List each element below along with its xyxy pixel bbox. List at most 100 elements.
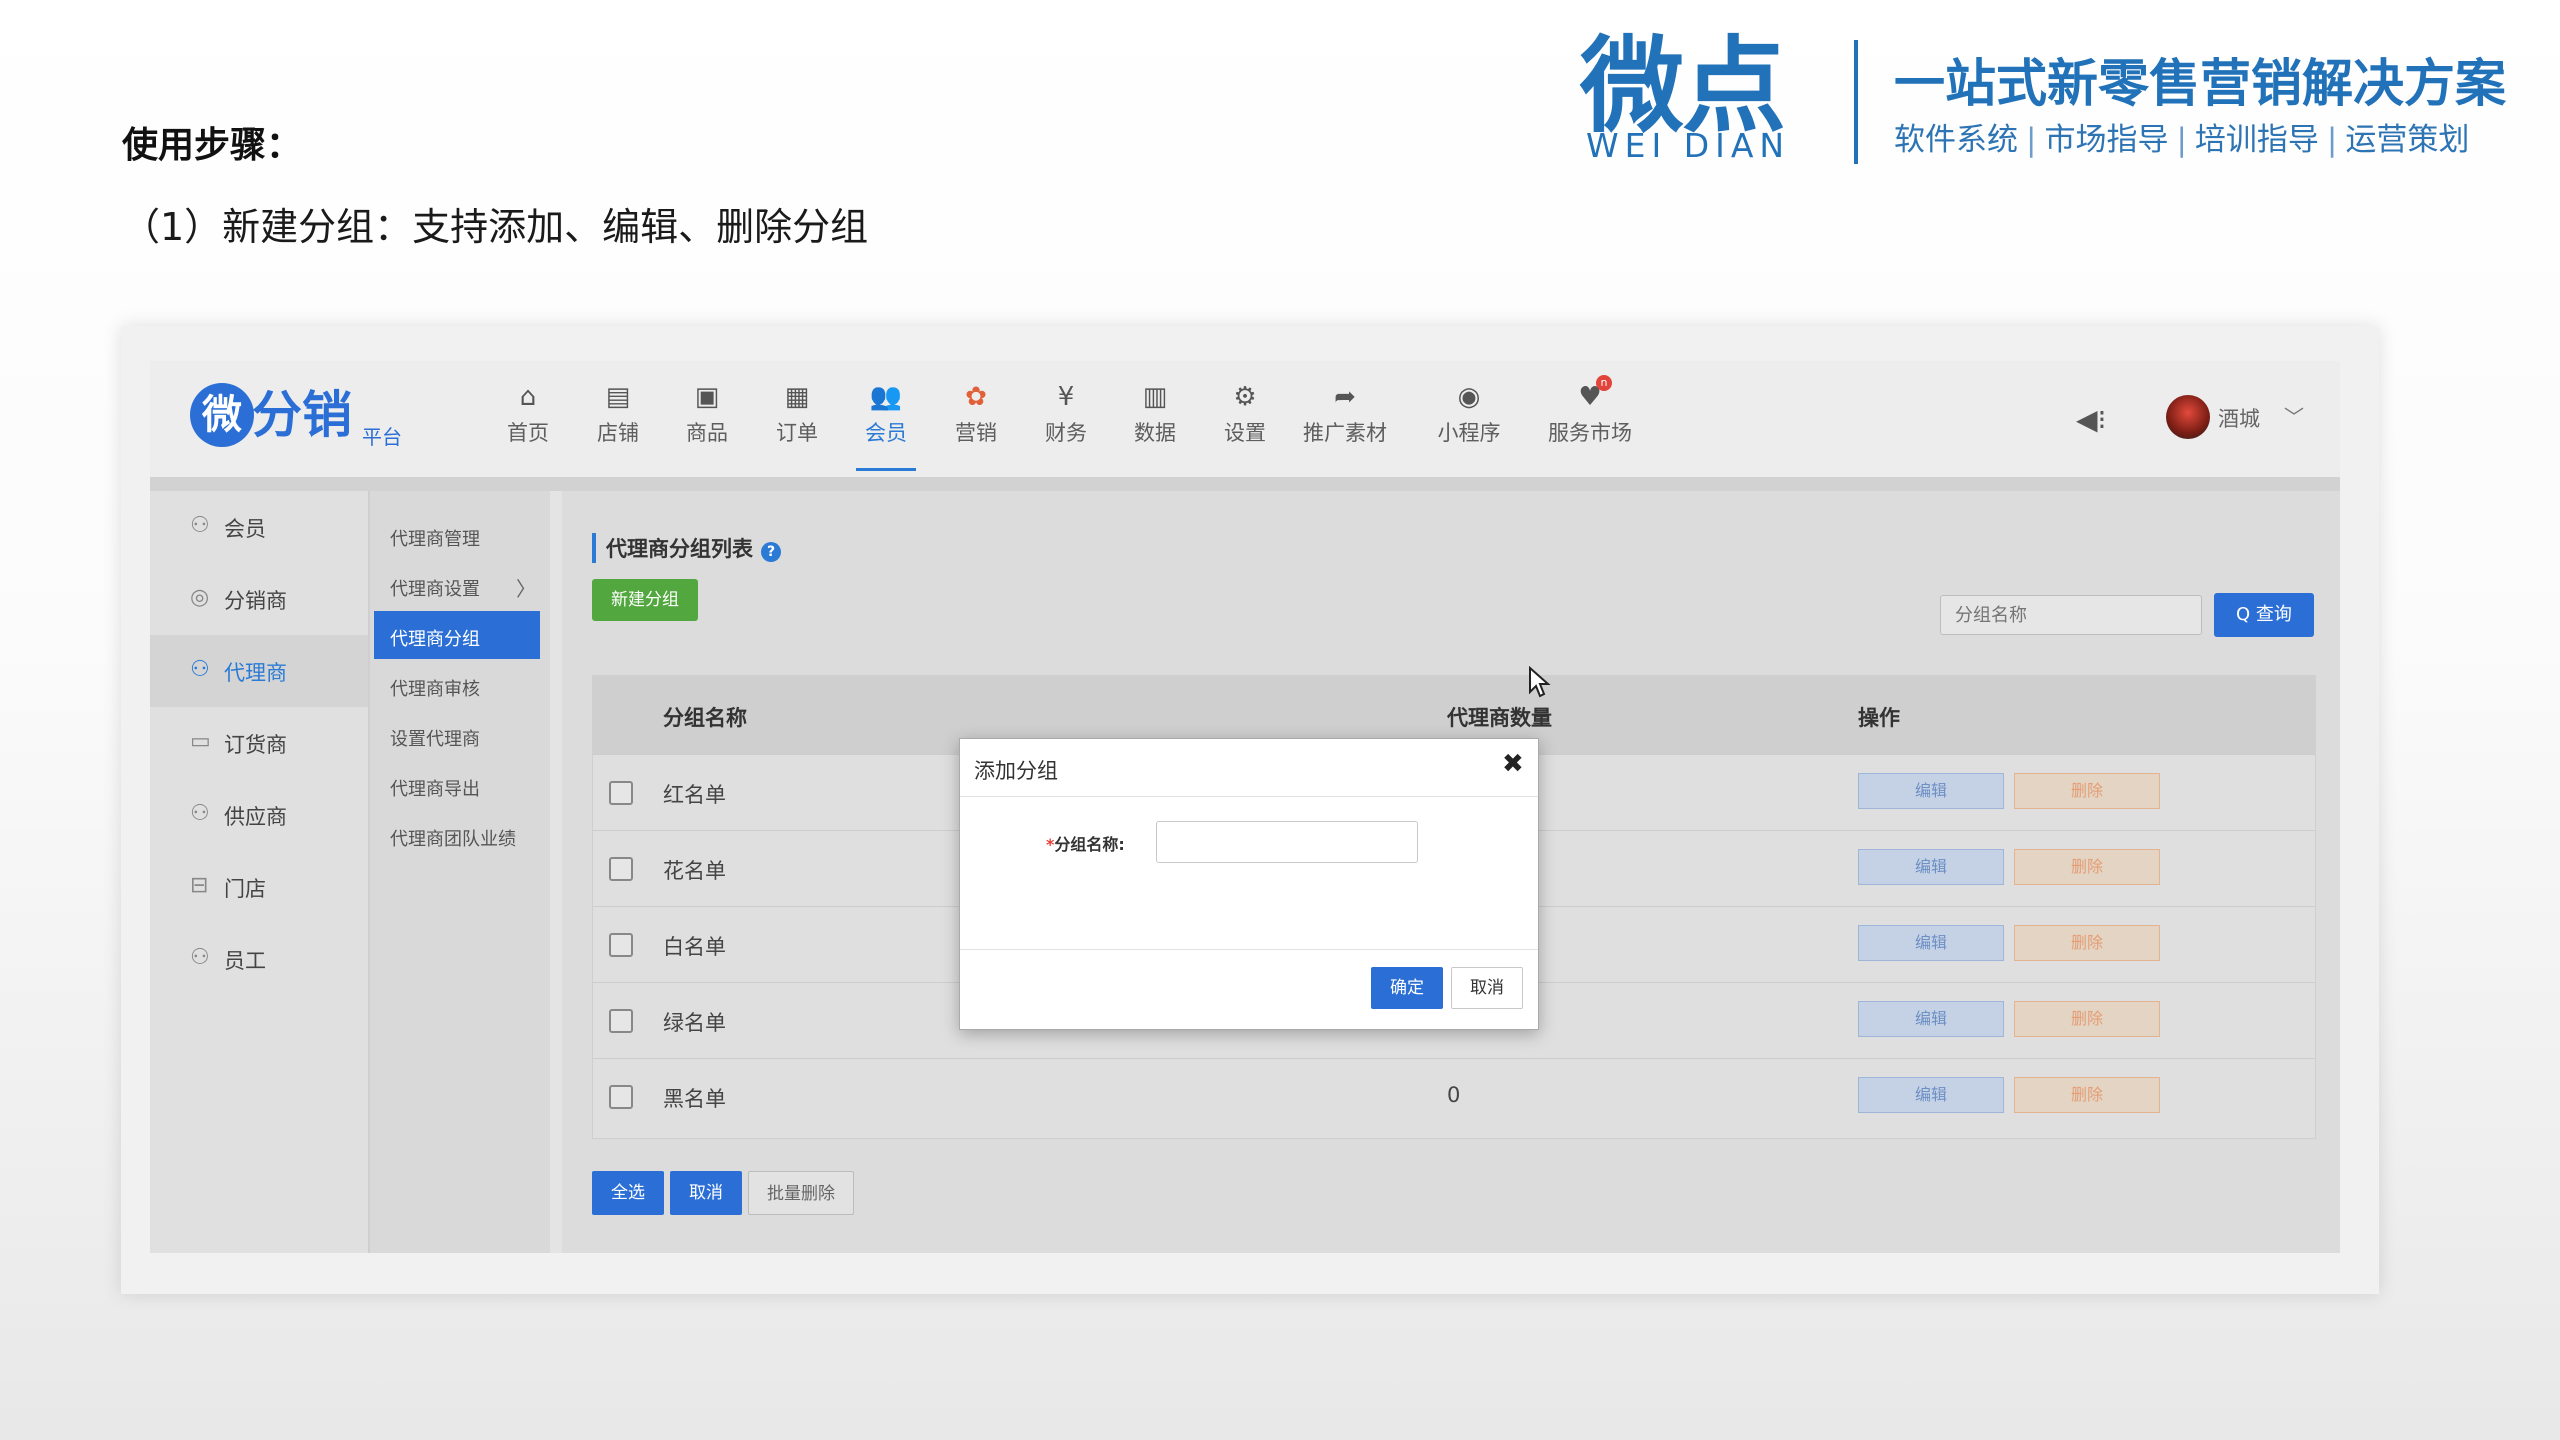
brand-header: 微点 WEI DIAN 一站式新零售营销解决方案 软件系统 | 市场指导 | 培训指导 |… <box>1580 25 2540 165</box>
sidebar-item-agent[interactable]: ⚇ 代理商 <box>150 635 368 707</box>
nav-orders[interactable]: ▦ 订单 <box>767 379 827 471</box>
logo-subtext: 平台 <box>362 425 402 449</box>
sidebar-item-label: 会员 <box>224 517 266 541</box>
brand-tag: 运营策划 <box>2345 122 2470 158</box>
avatar <box>2166 395 2210 439</box>
submenu-item-team-performance[interactable]: 代理商团队业绩 <box>374 811 540 859</box>
row-checkbox[interactable] <box>609 1085 633 1109</box>
submenu-item-set-agent[interactable]: 设置代理商 <box>374 711 540 759</box>
sidebar-item-label: 供应商 <box>224 805 287 829</box>
row-checkbox[interactable] <box>609 1009 633 1033</box>
nav-data[interactable]: ▥ 数据 <box>1125 379 1185 471</box>
dialog-divider <box>960 796 1538 797</box>
field-label-text: 分组名称: <box>1054 835 1125 854</box>
delete-button[interactable]: 删除 <box>2014 1077 2160 1113</box>
edit-button[interactable]: 编辑 <box>1858 773 2004 809</box>
nav-home[interactable]: ⌂ 首页 <box>498 379 558 471</box>
submenu-item-agent-settings[interactable]: 代理商设置 〉 <box>374 561 540 609</box>
nav-label: 会员 <box>865 421 907 445</box>
nav-goods[interactable]: ▣ 商品 <box>677 379 737 471</box>
nav-store[interactable]: ▤ 店铺 <box>588 379 648 471</box>
row-checkbox[interactable] <box>609 933 633 957</box>
nav-finance[interactable]: ¥ 财务 <box>1036 379 1096 471</box>
brand-logo: 微点 <box>1580 25 1786 147</box>
select-all-button[interactable]: 全选 <box>592 1171 664 1215</box>
delete-button[interactable]: 删除 <box>2014 849 2160 885</box>
nav-service-market[interactable]: ♥ 服务市场 n <box>1546 375 1634 471</box>
sidebar-item-member[interactable]: ⚇ 会员 <box>150 491 368 563</box>
sidebar-item-supplier[interactable]: ⚇ 供应商 <box>150 779 368 851</box>
nav-label: 店铺 <box>597 421 639 445</box>
delete-button[interactable]: 删除 <box>2014 925 2160 961</box>
submenu-item-label: 代理商分组 <box>390 629 480 650</box>
agent-count: 0 <box>1447 1083 1461 1107</box>
finance-icon: ¥ <box>1057 382 1075 412</box>
brand-logo-en: WEI DIAN <box>1586 126 1791 165</box>
step-description: （1）新建分组：支持添加、编辑、删除分组 <box>122 205 869 249</box>
sidebar-item-shop[interactable]: ⊟ 门店 <box>150 851 368 923</box>
edit-button[interactable]: 编辑 <box>1858 925 2004 961</box>
submenu-item-agent-export[interactable]: 代理商导出 <box>374 761 540 809</box>
sidebar: ⚇ 会员 ◎ 分销商 ⚇ 代理商 ▭ 订货商 ⚇ 供应商 ⊟ 门店 ⚇ 员工 <box>150 491 368 1253</box>
submenu-item-agent-review[interactable]: 代理商审核 <box>374 661 540 709</box>
market-icon: ♥ <box>1578 382 1602 412</box>
agent-icon: ⚇ <box>190 657 210 682</box>
delete-button[interactable]: 删除 <box>2014 773 2160 809</box>
edit-button[interactable]: 编辑 <box>1858 849 2004 885</box>
nav-promo-materials[interactable]: ➦ 推广素材 <box>1302 379 1388 471</box>
group-name-label: *分组名称: <box>1046 831 1125 855</box>
batch-delete-button[interactable]: 批量删除 <box>748 1171 854 1215</box>
speaker-icon[interactable]: ◀⁝ <box>2076 403 2106 436</box>
mouse-cursor-icon <box>1529 666 1551 698</box>
cancel-button[interactable]: 取消 <box>1451 967 1523 1009</box>
member-icon: 👥 <box>869 382 903 412</box>
edit-button[interactable]: 编辑 <box>1858 1077 2004 1113</box>
sidebar-item-label: 员工 <box>224 949 266 973</box>
submenu: 代理商管理 代理商设置 〉 代理商分组 代理商审核 设置代理商 代理商导出 代理… <box>368 491 550 1253</box>
close-icon[interactable]: ✖ <box>1502 749 1524 779</box>
group-name: 红名单 <box>663 783 726 807</box>
delete-button[interactable]: 删除 <box>2014 1001 2160 1037</box>
submenu-item-agent-groups[interactable]: 代理商分组 <box>374 611 540 659</box>
nav-label: 服务市场 <box>1548 421 1632 445</box>
confirm-button[interactable]: 确定 <box>1371 967 1443 1009</box>
nav-marketing[interactable]: ✿ 营销 <box>946 379 1006 471</box>
logo-text: 分销 <box>252 386 352 444</box>
store-icon: ▤ <box>605 382 631 412</box>
submenu-item-label: 代理商审核 <box>390 679 480 700</box>
sidebar-item-staff[interactable]: ⚇ 员工 <box>150 923 368 995</box>
group-name-field[interactable] <box>1156 821 1418 863</box>
table-row: 黑名单 0 编辑 删除 <box>593 1058 2315 1135</box>
nav-label: 数据 <box>1134 421 1176 445</box>
search-input[interactable] <box>1940 595 2202 635</box>
nav-label: 商品 <box>686 421 728 445</box>
row-checkbox[interactable] <box>609 857 633 881</box>
nav-settings[interactable]: ⚙ 设置 <box>1215 379 1275 471</box>
brand-tag: 市场指导 <box>2044 122 2169 158</box>
sidebar-item-orderer[interactable]: ▭ 订货商 <box>150 707 368 779</box>
column-header: 分组名称 <box>663 706 747 730</box>
new-group-button[interactable]: 新建分组 <box>592 579 698 621</box>
nav-miniprogram[interactable]: ◉ 小程序 <box>1436 379 1502 471</box>
nav-member[interactable]: 👥 会员 <box>856 379 916 471</box>
steps-title: 使用步骤： <box>122 125 303 166</box>
cancel-selection-button[interactable]: 取消 <box>670 1171 742 1215</box>
sidebar-item-label: 门店 <box>224 877 266 901</box>
edit-button[interactable]: 编辑 <box>1858 1001 2004 1037</box>
settings-icon: ⚙ <box>1233 382 1257 412</box>
dialog-divider <box>960 949 1538 950</box>
brand-tag: 软件系统 <box>1894 122 2018 158</box>
chevron-down-icon: ﹀ <box>2284 405 2304 429</box>
row-checkbox[interactable] <box>609 781 633 805</box>
sidebar-item-distributor[interactable]: ◎ 分销商 <box>150 563 368 635</box>
app-logo[interactable]: 微 分销 平台 <box>190 383 420 453</box>
brand-tag: 培训指导 <box>2194 122 2319 158</box>
supplier-icon: ⚇ <box>190 801 210 826</box>
search-button[interactable]: Q 查询 <box>2214 593 2314 637</box>
nav-label: 小程序 <box>1437 421 1501 445</box>
group-name: 绿名单 <box>663 1011 726 1035</box>
help-icon[interactable]: ? <box>761 542 781 562</box>
submenu-item-agent-management[interactable]: 代理商管理 <box>374 511 540 559</box>
submenu-item-label: 代理商导出 <box>390 779 480 800</box>
active-nav-underline <box>856 468 916 471</box>
